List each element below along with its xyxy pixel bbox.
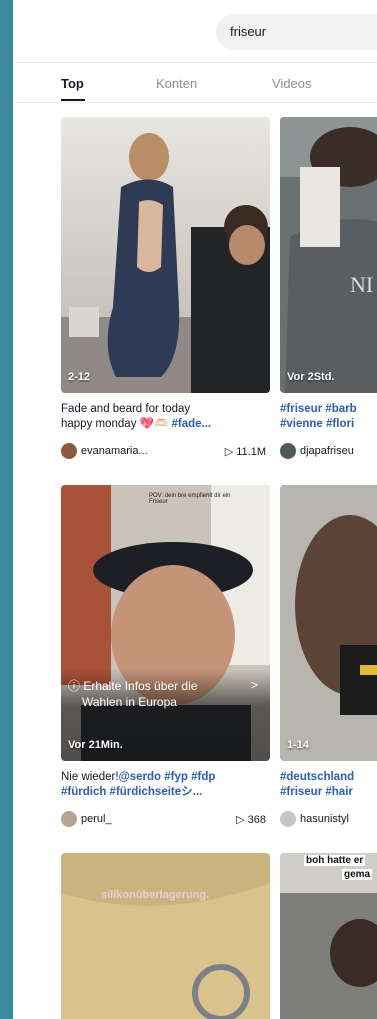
avatar[interactable] [280, 811, 296, 827]
hashtag-link[interactable]: @serdo #fyp #fdp [119, 771, 216, 783]
video-overlay-label: Vor 2Std. [287, 371, 335, 383]
banner-subtitle: Wahlen in Europa [82, 695, 177, 709]
search-input[interactable]: friseur [216, 14, 377, 50]
thumbnail-image [61, 853, 270, 1019]
search-query: friseur [230, 24, 267, 39]
view-count: ▷ 11.1M [224, 446, 266, 458]
video-caption: Nie wieder!@serdo #fyp #fdp #fürdich #fü… [61, 770, 270, 800]
view-count: ▷ 368 [236, 814, 266, 826]
active-tab-indicator [61, 99, 85, 101]
video-overlay-label: Vor 21Min. [68, 739, 123, 751]
thumbnail-image [280, 485, 377, 761]
video-thumbnail[interactable]: boh hatte er gema [280, 853, 377, 1019]
hashtag-link[interactable]: #vienne #flori [280, 417, 377, 432]
video-thumbnail[interactable]: NI Vor 2Std. [280, 117, 377, 393]
caption-text: Nie wieder! [61, 771, 119, 783]
svg-text:NI: NI [350, 272, 373, 297]
caption-text: happy monday 💖🫶🏻 [61, 418, 172, 430]
chevron-right-icon: > [250, 678, 258, 692]
top-bar: friseur [13, 0, 377, 63]
video-meta: evanamaria... ▷ 11.1M [61, 443, 270, 461]
thumbnail-text: boh hatte er [304, 855, 366, 866]
video-thumbnail[interactable]: POV: dein bre empfiehlt dir ein Friseur … [61, 485, 270, 761]
hashtag-link[interactable]: #deutschland [280, 770, 377, 785]
search-tabs: Top Konten Videos [13, 62, 377, 103]
video-meta: djapafriseu [280, 443, 377, 461]
app-window: friseur Top Konten Videos 2-12 Fade and … [13, 0, 377, 1019]
video-thumbnail[interactable]: silikonüberlagerung. [61, 853, 270, 1019]
banner-title: ⓘ Erhalte Infos über die [68, 679, 198, 693]
avatar[interactable] [61, 811, 77, 827]
hashtag-link[interactable]: #fürdich #fürdichseiteシ... [61, 785, 270, 800]
hashtag-link[interactable]: #fade... [171, 418, 211, 430]
caption-line: happy monday 💖🫶🏻 #fade... [61, 417, 270, 432]
video-thumbnail[interactable]: 2-12 [61, 117, 270, 393]
hashtag-link[interactable]: #friseur #barb [280, 402, 377, 417]
video-overlay-label: 1-14 [287, 739, 310, 751]
hashtag-link[interactable]: #friseur #hair [280, 785, 377, 800]
thumbnail-image: NI [280, 117, 377, 393]
caption-line: Nie wieder!@serdo #fyp #fdp [61, 770, 270, 785]
thumbnail-text: gema [342, 869, 373, 880]
username[interactable]: perul_ [81, 813, 191, 825]
video-thumbnail[interactable]: 1-14 [280, 485, 377, 761]
thumbnail-image [61, 117, 270, 393]
caption-line: Fade and beard for today [61, 403, 191, 415]
thumbnail-text: silikonüberlagerung. [101, 889, 210, 901]
thumbnail-text: POV: dein bre empfiehlt dir ein Friseur [149, 493, 231, 505]
avatar[interactable] [61, 443, 77, 459]
video-meta: hasunistyl [280, 811, 377, 829]
username[interactable]: evanamaria... [81, 445, 191, 457]
tab-videos[interactable]: Videos [272, 76, 312, 91]
username[interactable]: hasunistyl [300, 813, 349, 825]
video-caption: Fade and beard for today happy monday 💖🫶… [61, 402, 270, 432]
username[interactable]: djapafriseu [300, 445, 354, 457]
tab-top[interactable]: Top [61, 76, 84, 91]
avatar[interactable] [280, 443, 296, 459]
video-caption: #deutschland #friseur #hair [280, 770, 377, 800]
video-caption: #friseur #barb #vienne #flori [280, 402, 377, 432]
tab-konten[interactable]: Konten [156, 76, 197, 91]
video-overlay-label: 2-12 [68, 371, 91, 383]
video-meta: perul_ ▷ 368 [61, 811, 270, 829]
